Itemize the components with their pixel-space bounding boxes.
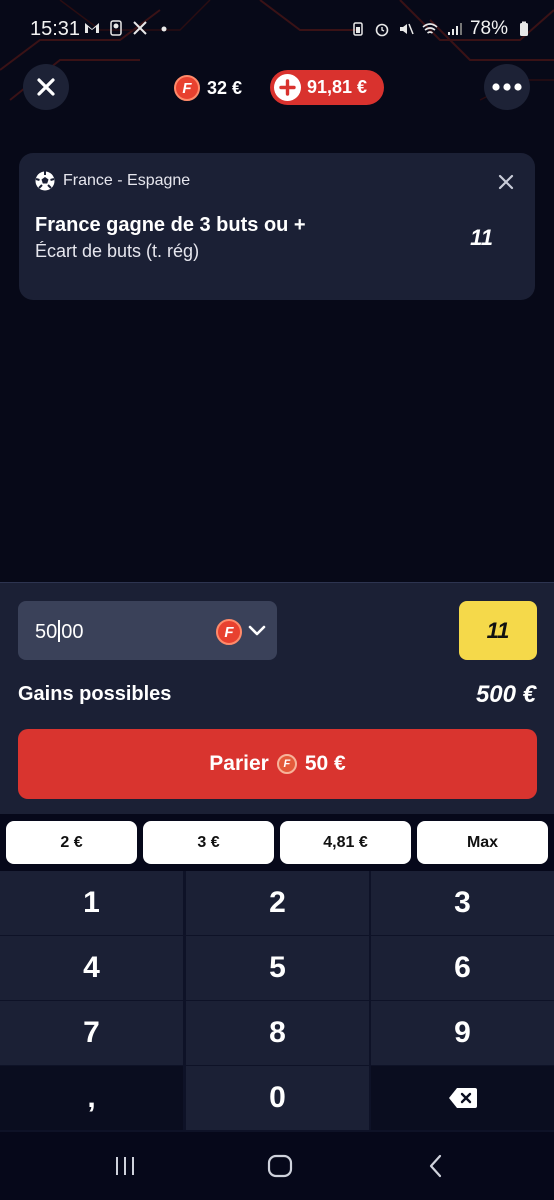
more-button[interactable] (484, 64, 530, 110)
close-button[interactable] (23, 64, 69, 110)
battery-saver-icon (353, 22, 363, 36)
plus-icon (274, 74, 301, 101)
close-icon (37, 78, 55, 96)
key-6[interactable]: 6 (371, 936, 554, 1000)
kfc-icon (110, 20, 122, 36)
bet-button-amount: 50 € (304, 752, 346, 775)
recent-apps-icon[interactable] (111, 1154, 139, 1178)
stake-value: 50 00 (35, 620, 84, 644)
market-name: Écart de buts (t. rég) (35, 241, 200, 261)
key-5[interactable]: 5 (186, 936, 369, 1000)
mute-icon (399, 23, 414, 35)
bet-button-label: Parier (209, 752, 269, 775)
key-7[interactable]: 7 (0, 1001, 183, 1065)
key-comma[interactable]: , (0, 1066, 183, 1130)
alarm-icon (375, 23, 389, 37)
system-icons: 78% (350, 18, 532, 40)
home-icon[interactable] (266, 1154, 294, 1178)
quick-amounts-row: 2 € 3 € 4,81 € Max (0, 814, 554, 870)
freebet-coin-icon: F (276, 754, 297, 774)
stake-input[interactable]: 50 00 F (18, 601, 277, 660)
chevron-down-icon[interactable] (247, 622, 267, 640)
battery-icon (520, 21, 528, 36)
key-3[interactable]: 3 (371, 871, 554, 935)
freebet-coin-icon: F (174, 75, 200, 101)
bet-selection-card: France - Espagne France gagne de 3 buts … (19, 153, 535, 300)
soccer-ball-icon (35, 171, 55, 191)
key-0[interactable]: 0 (186, 1066, 369, 1130)
selection-odds: 11 (470, 225, 493, 250)
system-navigation-bar (0, 1132, 554, 1200)
more-dots-icon (492, 83, 522, 91)
match-name: France - Espagne (63, 172, 191, 189)
place-bet-button[interactable]: Parier F 50 € (18, 729, 537, 799)
total-odds: 11 (459, 601, 537, 660)
dot-icon (161, 26, 167, 32)
status-bar: 15:31 78% (0, 0, 554, 60)
key-backspace[interactable] (371, 1066, 554, 1130)
notification-icons (84, 20, 172, 36)
quick-amount-max-button[interactable]: Max (417, 821, 548, 864)
signal-icon (447, 23, 462, 35)
back-icon[interactable] (422, 1154, 450, 1178)
numeric-keypad: 1 2 3 4 5 6 7 8 9 , 0 (0, 871, 554, 1132)
quick-amount-button[interactable]: 4,81 € (280, 821, 411, 864)
gains-label: Gains possibles (18, 683, 172, 705)
status-time: 15:31 (30, 18, 81, 40)
text-cursor (58, 620, 61, 642)
freebet-amount: 32 € (207, 77, 243, 98)
gmail-icon (85, 23, 99, 33)
top-area: 15:31 78% F 32 € 91,81 € France - Espagn… (0, 0, 554, 582)
key-9[interactable]: 9 (371, 1001, 554, 1065)
x-app-icon (133, 21, 147, 35)
selection-name: France gagne de 3 buts ou + (35, 214, 306, 236)
battery-percentage: 78% (469, 18, 508, 39)
match-row[interactable]: France - Espagne (35, 171, 190, 191)
key-2[interactable]: 2 (186, 871, 369, 935)
key-8[interactable]: 8 (186, 1001, 369, 1065)
backspace-icon (448, 1088, 477, 1108)
remove-selection-close-icon[interactable] (497, 173, 515, 191)
key-4[interactable]: 4 (0, 936, 183, 1000)
wifi-icon (422, 23, 438, 34)
freebet-coin-icon[interactable]: F (216, 619, 242, 645)
balance-pill[interactable]: 91,81 € (270, 70, 384, 105)
stake-value-before-cursor: 50 (35, 621, 58, 643)
balance-amount: 91,81 € (307, 77, 368, 97)
betslip-sheet: 50 00 F 11 Gains possibles 500 € Parier F… (0, 582, 554, 814)
quick-amount-button[interactable]: 2 € (6, 821, 137, 864)
key-1[interactable]: 1 (0, 871, 183, 935)
freebet-balance[interactable]: F 32 € (174, 74, 242, 102)
gains-value: 500 € (475, 681, 536, 708)
stake-value-after-cursor: 00 (61, 621, 84, 643)
quick-amount-button[interactable]: 3 € (143, 821, 274, 864)
